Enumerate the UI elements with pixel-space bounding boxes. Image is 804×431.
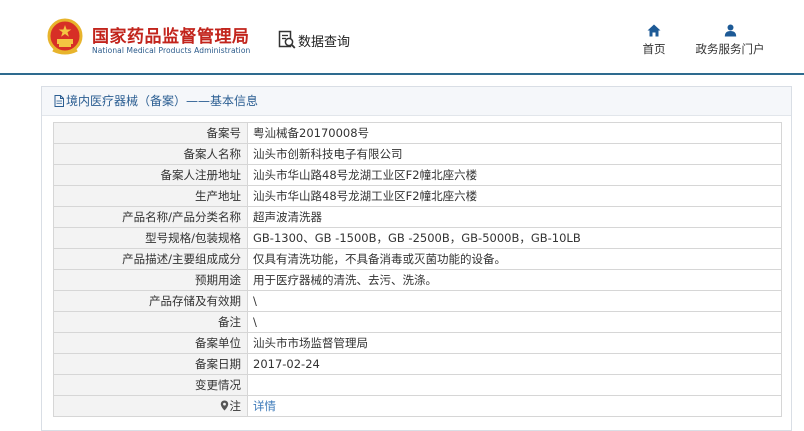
field-label: 备案人名称 [53, 143, 248, 165]
field-label: 备案号 [53, 122, 248, 144]
panel-title-text: 境内医疗器械（备案）——基本信息 [66, 93, 259, 108]
data-query-icon [278, 30, 296, 49]
data-query-link[interactable]: 数据查询 [278, 29, 350, 51]
table-row: 生产地址 汕头市华山路48号龙湖工业区F2幢北座六楼 [53, 185, 782, 207]
field-label: 产品描述/主要组成成分 [53, 248, 248, 270]
table-row: 型号规格/包装规格 GB-1300、GB -1500B，GB -2500B，GB… [53, 227, 782, 249]
field-value: 超声波清洗器 [247, 206, 782, 228]
table-row: 备案号 粤汕械备20170008号 [53, 122, 782, 144]
field-label: 备案日期 [53, 353, 248, 375]
table-row: 备案日期 2017-02-24 [53, 353, 782, 375]
field-value: \ [247, 290, 782, 312]
document-icon [54, 95, 64, 107]
nav-home-label: 首页 [642, 42, 666, 56]
table-row: 备注 \ [53, 311, 782, 333]
field-value: 汕头市华山路48号龙湖工业区F2幢北座六楼 [247, 164, 782, 186]
field-label: 备注 [53, 311, 248, 333]
field-label: 备案人注册地址 [53, 164, 248, 186]
map-pin-icon [220, 400, 228, 411]
field-value [247, 374, 782, 396]
record-detail-panel: 境内医疗器械（备案）——基本信息 备案号 粤汕械备20170008号 备案人名称… [41, 86, 792, 431]
site-title: 国家药品监督管理局 [92, 27, 250, 47]
table-row: 产品名称/产品分类名称 超声波清洗器 [53, 206, 782, 228]
details-link[interactable]: 详情 [253, 399, 276, 413]
site-subtitle: National Medical Products Administration [92, 46, 251, 55]
nav-gov-service-portal[interactable]: 政务服务门户 [690, 24, 770, 57]
field-label: 产品存储及有效期 [53, 290, 248, 312]
field-label: 产品名称/产品分类名称 [53, 206, 248, 228]
data-query-label: 数据查询 [298, 34, 351, 50]
table-row: 备案单位 汕头市市场监督管理局 [53, 332, 782, 354]
note-label-cell: 注 [53, 395, 248, 417]
table-row: 产品存储及有效期 \ [53, 290, 782, 312]
table-row: 注 详情 [53, 395, 782, 417]
field-label: 备案单位 [53, 332, 248, 354]
field-label: 预期用途 [53, 269, 248, 291]
site-header: 国家药品监督管理局 National Medical Products Admi… [0, 0, 804, 75]
field-label: 型号规格/包装规格 [53, 227, 248, 249]
field-value: 汕头市市场监督管理局 [247, 332, 782, 354]
field-value: 仅具有清洗功能，不具备消毒或灭菌功能的设备。 [247, 248, 782, 270]
home-icon [647, 24, 661, 37]
user-icon [724, 24, 736, 37]
field-value: GB-1300、GB -1500B，GB -2500B，GB-5000B，GB-… [247, 227, 782, 249]
table-row: 备案人名称 汕头市创新科技电子有限公司 [53, 143, 782, 165]
table-row: 预期用途 用于医疗器械的清洗、去污、洗涤。 [53, 269, 782, 291]
field-value: 粤汕械备20170008号 [247, 122, 782, 144]
table-row: 变更情况 [53, 374, 782, 396]
field-label: 生产地址 [53, 185, 248, 207]
nav-home[interactable]: 首页 [614, 24, 694, 57]
field-value: \ [247, 311, 782, 333]
note-label: 注 [229, 399, 242, 413]
field-value: 汕头市创新科技电子有限公司 [247, 143, 782, 165]
field-value: 详情 [247, 395, 782, 417]
table-row: 产品描述/主要组成成分 仅具有清洗功能，不具备消毒或灭菌功能的设备。 [53, 248, 782, 270]
field-value: 汕头市华山路48号龙湖工业区F2幢北座六楼 [247, 185, 782, 207]
record-info-table: 备案号 粤汕械备20170008号 备案人名称 汕头市创新科技电子有限公司 备案… [53, 122, 782, 417]
field-value: 用于医疗器械的清洗、去污、洗涤。 [247, 269, 782, 291]
panel-title: 境内医疗器械（备案）——基本信息 [42, 87, 791, 116]
nav-portal-label: 政务服务门户 [695, 42, 765, 56]
national-emblem-icon [47, 18, 83, 55]
field-value: 2017-02-24 [247, 353, 782, 375]
table-row: 备案人注册地址 汕头市华山路48号龙湖工业区F2幢北座六楼 [53, 164, 782, 186]
field-label: 变更情况 [53, 374, 248, 396]
